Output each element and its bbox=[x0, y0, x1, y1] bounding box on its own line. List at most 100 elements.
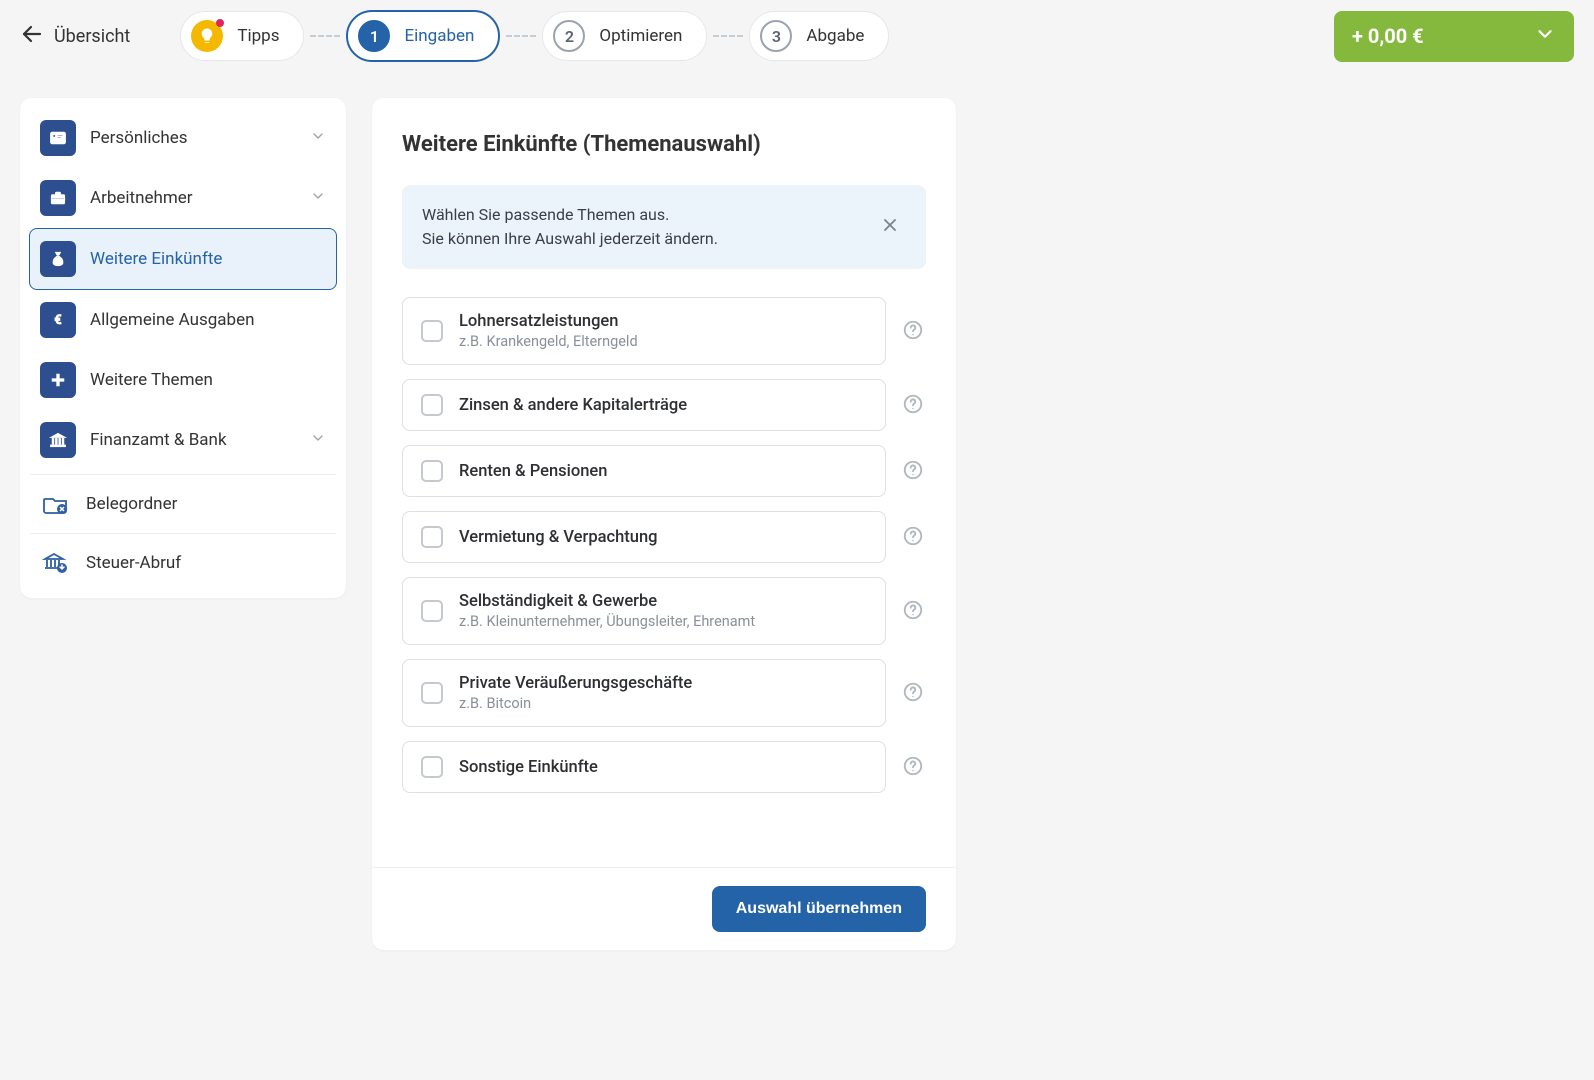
briefcase-icon bbox=[40, 180, 76, 216]
back-label: Übersicht bbox=[54, 26, 130, 47]
sidebar-item-weitere-themen[interactable]: Weitere Themen bbox=[30, 350, 336, 410]
divider bbox=[30, 533, 336, 534]
tax-download-icon bbox=[40, 550, 72, 576]
topbar: Übersicht Tipps 1 Eingaben 2 Optimieren … bbox=[0, 0, 1594, 72]
tips-label: Tipps bbox=[237, 26, 279, 46]
step-connector bbox=[713, 35, 743, 37]
sidebar-item-persoenliches[interactable]: Persönliches bbox=[30, 108, 336, 168]
checkbox[interactable] bbox=[421, 526, 443, 548]
checkbox[interactable] bbox=[421, 320, 443, 342]
sidebar-belegordner[interactable]: Belegordner bbox=[30, 479, 336, 529]
euro-icon: € bbox=[40, 302, 76, 338]
topic-subtitle: z.B. Kleinunternehmer, Übungsleiter, Ehr… bbox=[459, 613, 755, 630]
topic-title: Sonstige Einkünfte bbox=[459, 758, 598, 777]
help-icon[interactable] bbox=[902, 393, 926, 417]
topic-title: Selbständigkeit & Gewerbe bbox=[459, 592, 755, 611]
info-banner: Wählen Sie passende Themen aus. Sie könn… bbox=[402, 185, 926, 269]
topic-row: Lohnersatzleistungen z.B. Krankengeld, El… bbox=[402, 297, 926, 365]
help-icon[interactable] bbox=[902, 681, 926, 705]
topic-option[interactable]: Selbständigkeit & Gewerbe z.B. Kleinunter… bbox=[402, 577, 886, 645]
topic-subtitle: z.B. Krankengeld, Elterngeld bbox=[459, 333, 638, 350]
step-connector bbox=[506, 35, 536, 37]
sidebar-item-weitere-einkuenfte[interactable]: Weitere Einkünfte bbox=[29, 228, 337, 290]
help-icon[interactable] bbox=[902, 755, 926, 779]
chevron-down-icon bbox=[310, 128, 326, 149]
money-bag-icon bbox=[40, 241, 76, 277]
divider bbox=[30, 474, 336, 475]
checkbox[interactable] bbox=[421, 600, 443, 622]
sidebar-item-finanzamt-bank[interactable]: Finanzamt & Bank bbox=[30, 410, 336, 470]
back-overview-link[interactable]: Übersicht bbox=[20, 22, 130, 51]
refund-amount-dropdown[interactable]: + 0,00 € bbox=[1334, 11, 1574, 62]
sidebar-item-label: Arbeitnehmer bbox=[90, 188, 193, 208]
info-line2: Sie können Ihre Auswahl jederzeit ändern… bbox=[422, 229, 718, 248]
body: Persönliches Arbeitnehmer Weitere Einkün… bbox=[0, 72, 1594, 976]
checkbox[interactable] bbox=[421, 682, 443, 704]
chevron-down-icon bbox=[310, 188, 326, 209]
topic-option[interactable]: Renten & Pensionen bbox=[402, 445, 886, 497]
help-icon[interactable] bbox=[902, 319, 926, 343]
svg-text:€: € bbox=[54, 313, 61, 328]
arrow-left-icon bbox=[20, 22, 44, 51]
info-text: Wählen Sie passende Themen aus. Sie könn… bbox=[422, 203, 860, 251]
topic-subtitle: z.B. Bitcoin bbox=[459, 695, 692, 712]
topic-title: Zinsen & andere Kapitalerträge bbox=[459, 396, 687, 415]
plus-icon bbox=[40, 362, 76, 398]
submit-selection-button[interactable]: Auswahl übernehmen bbox=[712, 886, 926, 932]
topic-option[interactable]: Private Veräußerungsgeschäfte z.B. Bitcoi… bbox=[402, 659, 886, 727]
tips-button[interactable]: Tipps bbox=[180, 11, 304, 61]
topic-row: Zinsen & andere Kapitalerträge bbox=[402, 379, 926, 431]
topic-row: Renten & Pensionen bbox=[402, 445, 926, 497]
checkbox[interactable] bbox=[421, 460, 443, 482]
topic-option[interactable]: Sonstige Einkünfte bbox=[402, 741, 886, 793]
help-icon[interactable] bbox=[902, 459, 926, 483]
sidebar-item-label: Weitere Einkünfte bbox=[90, 249, 222, 269]
topic-option[interactable]: Vermietung & Verpachtung bbox=[402, 511, 886, 563]
topic-row: Private Veräußerungsgeschäfte z.B. Bitcoi… bbox=[402, 659, 926, 727]
sidebar-item-label: Finanzamt & Bank bbox=[90, 430, 227, 450]
topic-row: Vermietung & Verpachtung bbox=[402, 511, 926, 563]
chevron-down-icon bbox=[310, 430, 326, 451]
step-number: 1 bbox=[358, 20, 390, 52]
page-title: Weitere Einkünfte (Themenauswahl) bbox=[402, 132, 926, 157]
sidebar-steuer-abruf[interactable]: Steuer-Abruf bbox=[30, 538, 336, 588]
topic-row: Selbständigkeit & Gewerbe z.B. Kleinunter… bbox=[402, 577, 926, 645]
refund-amount: + 0,00 € bbox=[1352, 24, 1424, 48]
id-card-icon bbox=[40, 120, 76, 156]
topic-title: Vermietung & Verpachtung bbox=[459, 528, 658, 547]
close-info-button[interactable] bbox=[874, 209, 906, 245]
topic-row: Sonstige Einkünfte bbox=[402, 741, 926, 793]
sidebar-secondary-label: Belegordner bbox=[86, 494, 177, 514]
footer-bar: Auswahl übernehmen bbox=[372, 867, 956, 950]
topic-option[interactable]: Lohnersatzleistungen z.B. Krankengeld, El… bbox=[402, 297, 886, 365]
sidebar-item-label: Weitere Themen bbox=[90, 370, 213, 390]
step-label: Optimieren bbox=[599, 26, 682, 46]
step-abgabe[interactable]: 3 Abgabe bbox=[749, 11, 889, 61]
step-connector bbox=[310, 35, 340, 37]
folder-icon bbox=[40, 491, 72, 517]
step-number: 3 bbox=[760, 20, 792, 52]
topic-title: Lohnersatzleistungen bbox=[459, 312, 638, 331]
info-line1: Wählen Sie passende Themen aus. bbox=[422, 205, 669, 224]
close-icon bbox=[880, 220, 900, 239]
topic-title: Private Veräußerungsgeschäfte bbox=[459, 674, 692, 693]
help-icon[interactable] bbox=[902, 525, 926, 549]
sidebar: Persönliches Arbeitnehmer Weitere Einkün… bbox=[20, 98, 346, 598]
step-label: Eingaben bbox=[404, 26, 474, 46]
main-panel: Weitere Einkünfte (Themenauswahl) Wählen… bbox=[372, 98, 956, 950]
notification-dot bbox=[216, 19, 224, 27]
step-optimieren[interactable]: 2 Optimieren bbox=[542, 11, 707, 61]
step-eingaben[interactable]: 1 Eingaben bbox=[346, 10, 500, 62]
sidebar-item-label: Allgemeine Ausgaben bbox=[90, 310, 254, 330]
checkbox[interactable] bbox=[421, 756, 443, 778]
topic-title: Renten & Pensionen bbox=[459, 462, 607, 481]
sidebar-item-arbeitnehmer[interactable]: Arbeitnehmer bbox=[30, 168, 336, 228]
lightbulb-icon bbox=[191, 20, 223, 52]
bank-icon bbox=[40, 422, 76, 458]
sidebar-item-allgemeine-ausgaben[interactable]: € Allgemeine Ausgaben bbox=[30, 290, 336, 350]
step-label: Abgabe bbox=[806, 26, 864, 46]
sidebar-item-label: Persönliches bbox=[90, 128, 188, 148]
help-icon[interactable] bbox=[902, 599, 926, 623]
topic-option[interactable]: Zinsen & andere Kapitalerträge bbox=[402, 379, 886, 431]
checkbox[interactable] bbox=[421, 394, 443, 416]
